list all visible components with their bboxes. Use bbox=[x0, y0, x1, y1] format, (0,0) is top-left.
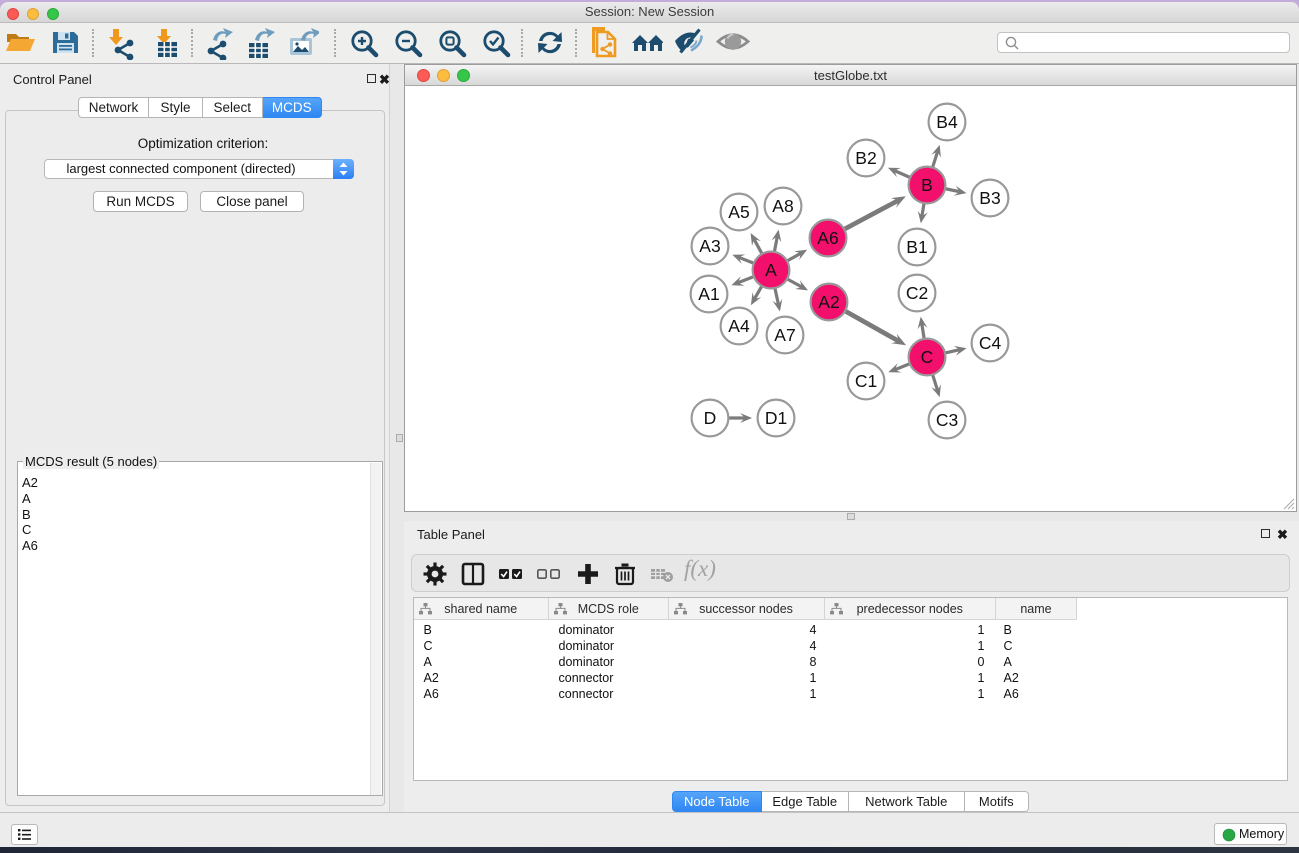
svg-text:A5: A5 bbox=[728, 202, 749, 222]
svg-text:A7: A7 bbox=[774, 325, 795, 345]
svg-text:B4: B4 bbox=[936, 112, 958, 132]
svg-text:D: D bbox=[704, 408, 717, 428]
svg-text:D1: D1 bbox=[765, 408, 787, 428]
svg-text:C: C bbox=[921, 347, 934, 367]
svg-text:A2: A2 bbox=[818, 292, 839, 312]
svg-text:A3: A3 bbox=[699, 236, 720, 256]
svg-text:A6: A6 bbox=[817, 228, 838, 248]
svg-text:C1: C1 bbox=[855, 371, 877, 391]
svg-text:A8: A8 bbox=[772, 196, 793, 216]
svg-text:A: A bbox=[765, 260, 777, 280]
svg-text:C4: C4 bbox=[979, 333, 1002, 353]
svg-text:B: B bbox=[921, 175, 933, 195]
svg-text:B3: B3 bbox=[979, 188, 1000, 208]
svg-text:C2: C2 bbox=[906, 283, 928, 303]
svg-text:C3: C3 bbox=[936, 410, 958, 430]
svg-text:B2: B2 bbox=[855, 148, 876, 168]
svg-text:A1: A1 bbox=[698, 284, 719, 304]
svg-text:B1: B1 bbox=[906, 237, 927, 257]
svg-text:A4: A4 bbox=[728, 316, 750, 336]
